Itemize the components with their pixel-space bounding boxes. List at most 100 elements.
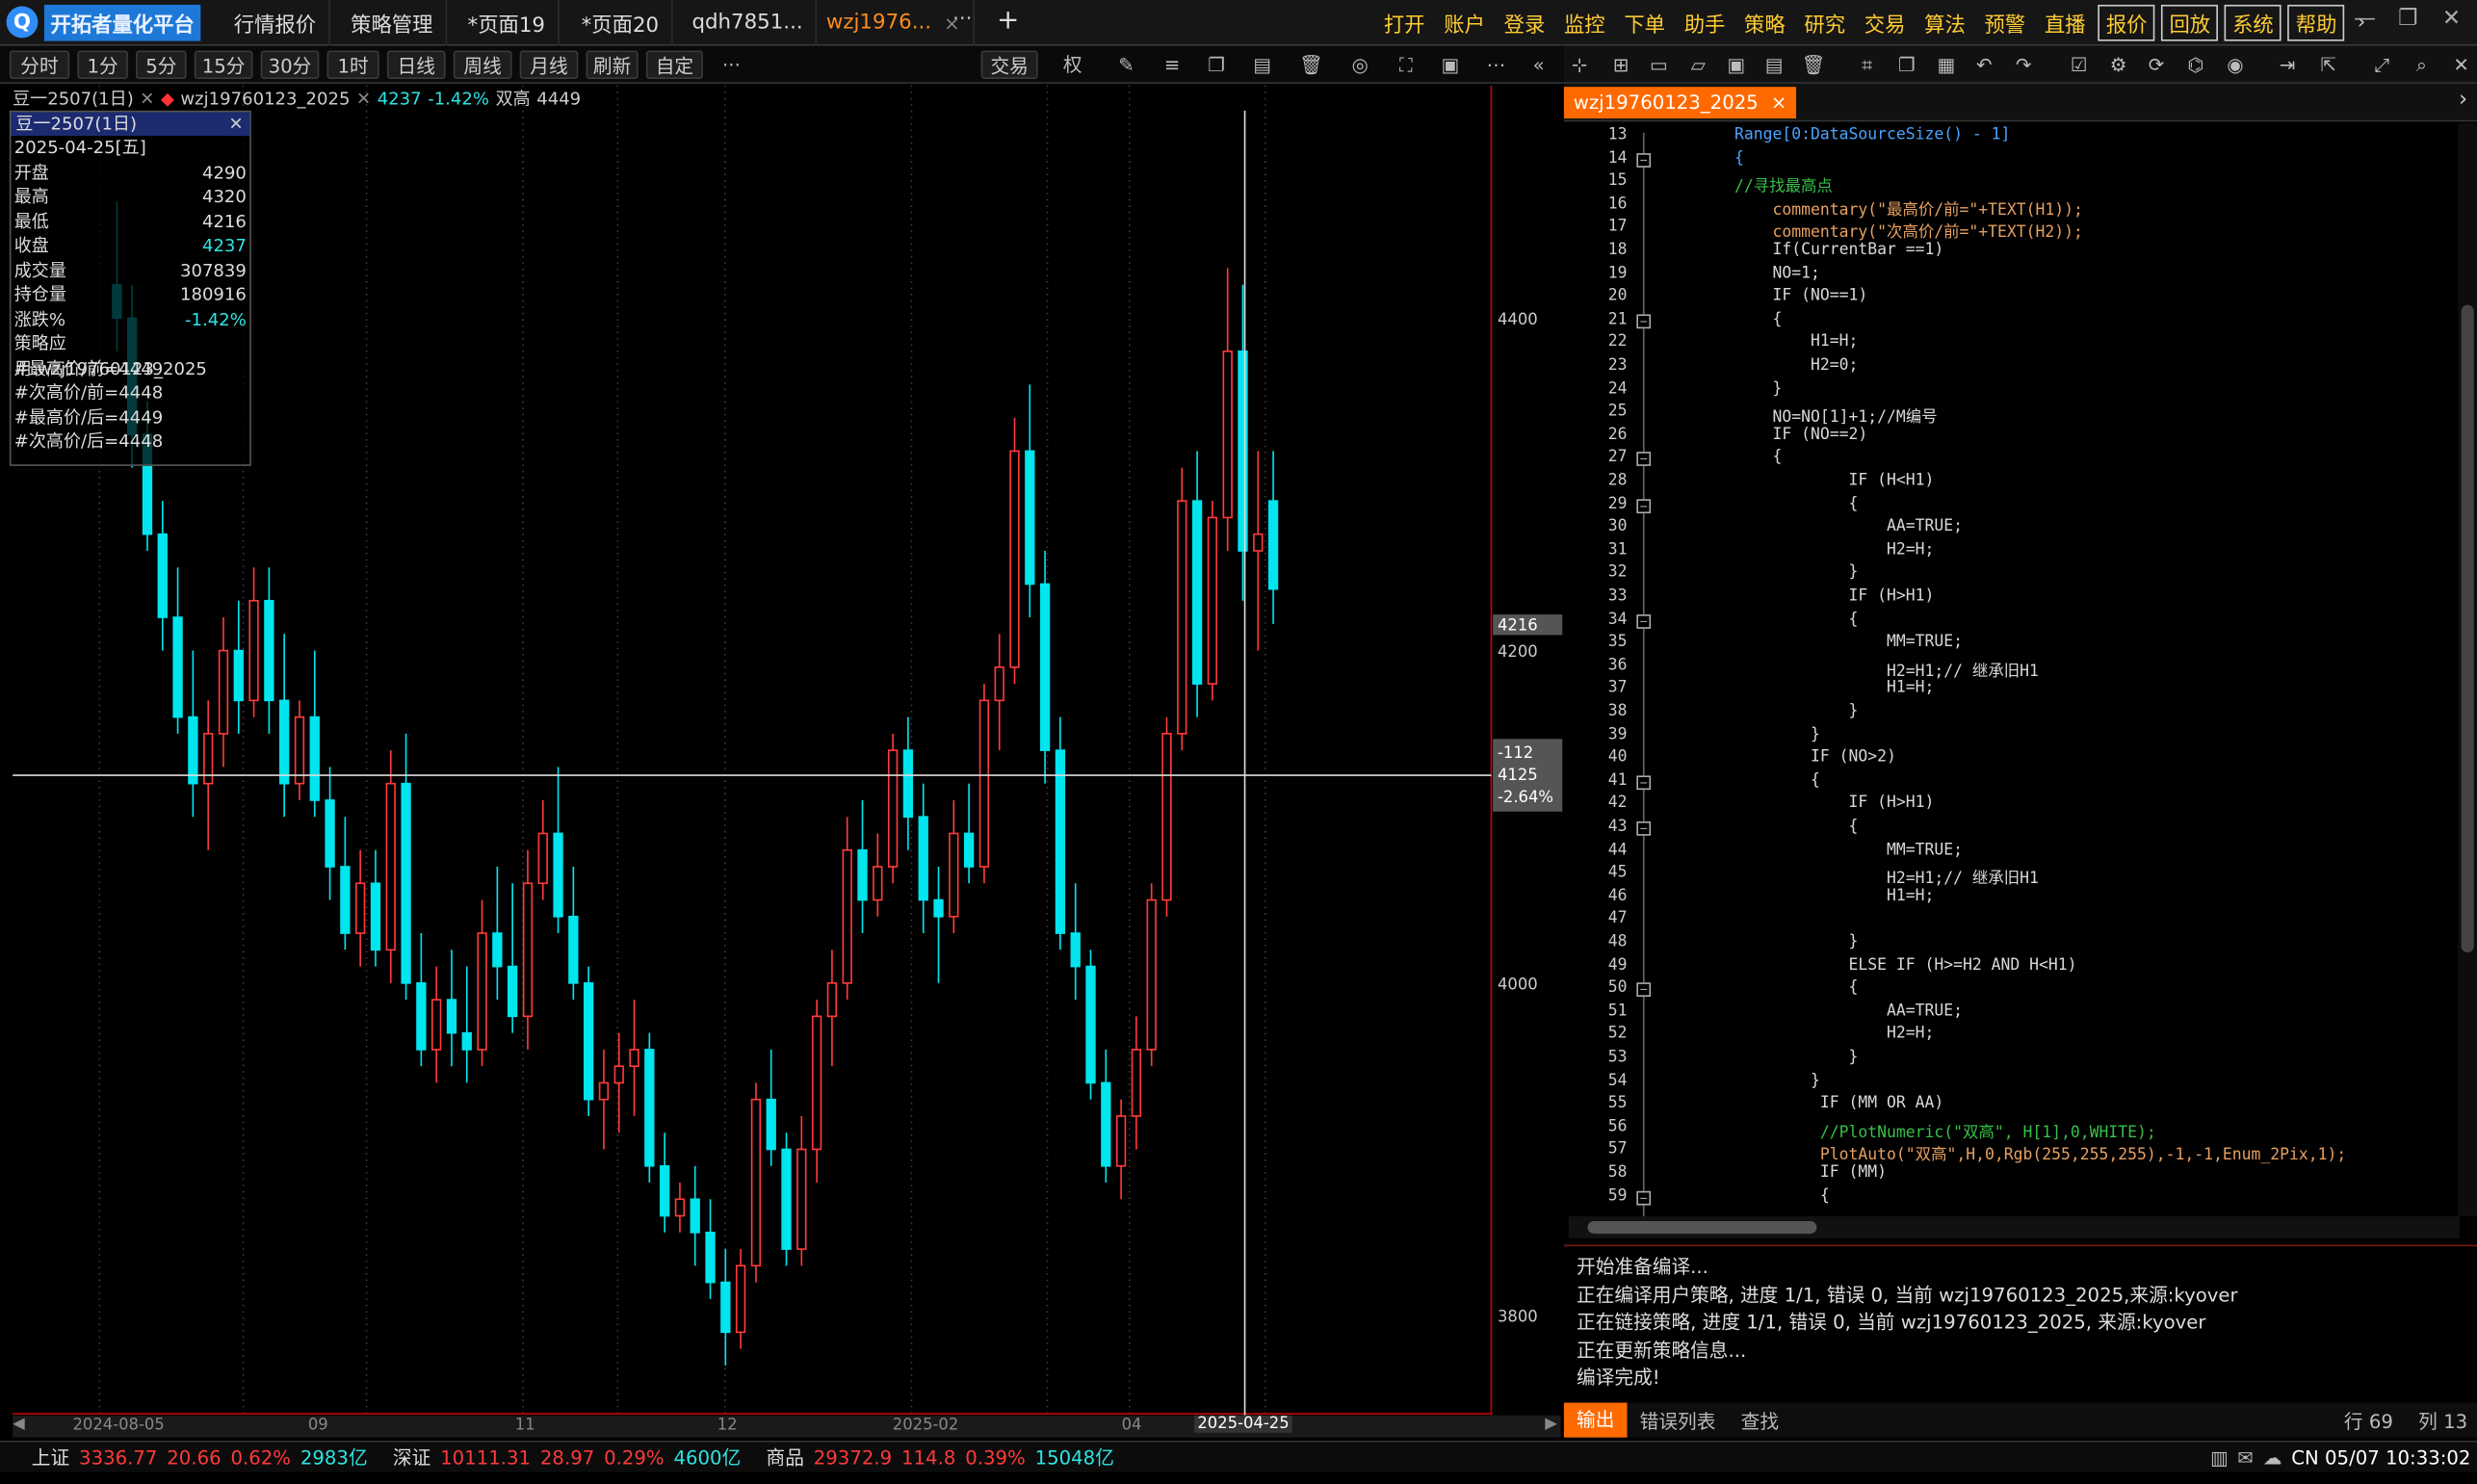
horizontal-scrollbar[interactable] — [1568, 1216, 2460, 1238]
fold-toggle-icon[interactable]: − — [1636, 498, 1652, 513]
copy-icon[interactable]: ❐ — [1204, 52, 1229, 77]
copy-icon[interactable]: ❐ — [1894, 52, 1919, 77]
tab-find[interactable]: 查找 — [1729, 1407, 1792, 1434]
menu-research[interactable]: 研究 — [1795, 8, 1855, 39]
save-icon[interactable]: ▣ — [1724, 52, 1749, 77]
window-icon[interactable]: ▣ — [1438, 52, 1463, 77]
collapse-icon[interactable]: « — [1526, 52, 1551, 77]
minimize-icon[interactable]: — — [2354, 7, 2376, 32]
new-file-icon[interactable]: ⊞ — [1608, 52, 1633, 77]
fullscreen-icon[interactable]: ⛶ — [1394, 52, 1419, 77]
period-tick[interactable]: 分时 — [9, 50, 70, 80]
paste-icon[interactable]: ▦ — [1934, 52, 1959, 77]
tab-wzj[interactable]: wzj1976... × — [814, 0, 975, 46]
close-icon[interactable]: ✕ — [356, 88, 371, 108]
fold-toggle-icon[interactable]: − — [1636, 314, 1652, 328]
tab-qdh[interactable]: qdh7851... — [679, 0, 818, 46]
search-icon[interactable]: ⌕ — [2409, 52, 2434, 77]
fold-toggle-icon[interactable]: − — [1636, 152, 1652, 168]
menu-monitor[interactable]: 监控 — [1554, 8, 1614, 39]
tab-more-icon[interactable]: ··· — [952, 8, 972, 32]
menu-quote[interactable]: 报价 — [2098, 4, 2155, 41]
fold-toggle-icon[interactable]: − — [1636, 1190, 1652, 1205]
menu-algo[interactable]: 算法 — [1915, 8, 1974, 39]
menu-alert[interactable]: 预警 — [1975, 8, 2035, 39]
refresh-icon[interactable]: ⟳ — [2144, 52, 2169, 77]
menu-live[interactable]: 直播 — [2035, 8, 2095, 39]
tab-error-list[interactable]: 错误列表 — [1628, 1407, 1729, 1434]
pen-icon[interactable]: ✎ — [1113, 52, 1138, 77]
menu-open[interactable]: 打开 — [1374, 8, 1434, 39]
target-icon[interactable]: ◎ — [1347, 52, 1372, 77]
tab-page20[interactable]: *页面20 — [569, 0, 673, 46]
cloud-icon[interactable]: ☁ — [2263, 1446, 2282, 1469]
more-icon[interactable]: ⋯ — [1483, 52, 1508, 77]
tab-quotes[interactable]: 行情报价 — [222, 0, 330, 46]
scroll-right-icon[interactable]: ▶ — [1545, 1416, 1557, 1433]
custom-period-button[interactable]: 自定 — [645, 50, 703, 80]
menu-order[interactable]: 下单 — [1614, 8, 1674, 39]
menu-system[interactable]: 系统 — [2224, 4, 2281, 41]
period-1m[interactable]: 1分 — [77, 50, 128, 80]
scroll-thumb[interactable] — [2461, 304, 2474, 953]
message-icon[interactable]: ✉ — [2237, 1446, 2254, 1469]
close-icon[interactable]: ✕ — [140, 88, 154, 108]
refresh-button[interactable]: 刷新 — [586, 50, 639, 80]
close-icon[interactable]: ✕ — [228, 112, 243, 136]
tab-page19[interactable]: *页面19 — [455, 0, 560, 46]
scroll-left-icon[interactable]: ◀ — [13, 1416, 25, 1433]
debug-icon[interactable]: ⌬ — [2183, 52, 2208, 77]
redo-icon[interactable]: ↷ — [2011, 52, 2036, 77]
menu-replay[interactable]: 回放 — [2161, 4, 2219, 41]
code-editor[interactable]: 13 Range[0:DataSourceSize() - 1] 14−{15//寻… — [1564, 123, 2458, 1216]
export-icon[interactable]: ⇱ — [2316, 52, 2341, 77]
menu-assistant[interactable]: 助手 — [1675, 8, 1734, 39]
period-30m[interactable]: 30分 — [260, 50, 320, 80]
import-icon[interactable]: ⇥ — [2275, 52, 2300, 77]
menu-help[interactable]: 帮助 — [2287, 4, 2345, 41]
add-tab-icon[interactable]: + — [997, 5, 1019, 37]
chevron-right-icon[interactable]: › — [2459, 87, 2467, 112]
fold-toggle-icon[interactable]: − — [1636, 775, 1652, 790]
scroll-thumb[interactable] — [1587, 1220, 1817, 1235]
period-1h[interactable]: 1时 — [326, 50, 379, 80]
fold-toggle-icon[interactable]: − — [1636, 820, 1652, 836]
editor-tab[interactable]: wzj19760123_2025 × — [1563, 87, 1797, 119]
layout-icon[interactable]: ▤ — [1249, 52, 1274, 77]
close-window-icon[interactable]: ✕ — [2442, 7, 2461, 32]
menu-login[interactable]: 登录 — [1495, 8, 1554, 39]
time-axis[interactable]: ◀ 2024-08-05 09 11 12 2025-02 04 2025-04… — [13, 1415, 1561, 1438]
vertical-scrollbar[interactable] — [2458, 122, 2477, 1217]
open-folder-icon[interactable]: ▱ — [1685, 52, 1710, 77]
compile-icon[interactable]: ⚙ — [2106, 52, 2131, 77]
settings-icon[interactable]: ≡ — [1160, 52, 1185, 77]
check-icon[interactable]: ☑ — [2067, 52, 2092, 77]
undo-icon[interactable]: ↶ — [1971, 52, 1996, 77]
period-week[interactable]: 周线 — [453, 50, 512, 80]
fold-toggle-icon[interactable]: − — [1636, 982, 1652, 998]
close-icon[interactable]: ✕ — [2448, 52, 2473, 77]
menu-trade[interactable]: 交易 — [1855, 8, 1915, 39]
period-month[interactable]: 月线 — [519, 50, 579, 80]
new-icon[interactable]: ⊹ — [1567, 52, 1592, 77]
save-all-icon[interactable]: ▤ — [1761, 52, 1786, 77]
tab-strategy-mgmt[interactable]: 策略管理 — [338, 0, 448, 46]
adjust-icon[interactable]: 权 — [1060, 52, 1085, 77]
stop-icon[interactable]: ◉ — [2223, 52, 2248, 77]
period-15m[interactable]: 15分 — [194, 50, 253, 80]
menu-account[interactable]: 账户 — [1434, 8, 1494, 39]
fold-toggle-icon[interactable]: − — [1636, 613, 1652, 629]
folder-icon[interactable]: ▭ — [1646, 52, 1671, 77]
more-icon[interactable]: ··· — [718, 52, 743, 77]
restore-icon[interactable]: ❐ — [2398, 7, 2418, 32]
cut-icon[interactable]: ⌗ — [1855, 52, 1880, 77]
trade-button[interactable]: 交易 — [980, 50, 1038, 80]
fold-toggle-icon[interactable]: − — [1636, 452, 1652, 467]
menu-strategy[interactable]: 策略 — [1734, 8, 1794, 39]
close-icon[interactable]: × — [1771, 91, 1787, 114]
zoom-icon[interactable]: ⤢ — [2369, 52, 2394, 77]
period-5m[interactable]: 5分 — [136, 50, 187, 80]
tab-output[interactable]: 输出 — [1563, 1402, 1628, 1438]
delete-icon[interactable]: 🗑 — [1801, 52, 1826, 77]
panel-icon[interactable]: ▥ — [2210, 1446, 2229, 1469]
